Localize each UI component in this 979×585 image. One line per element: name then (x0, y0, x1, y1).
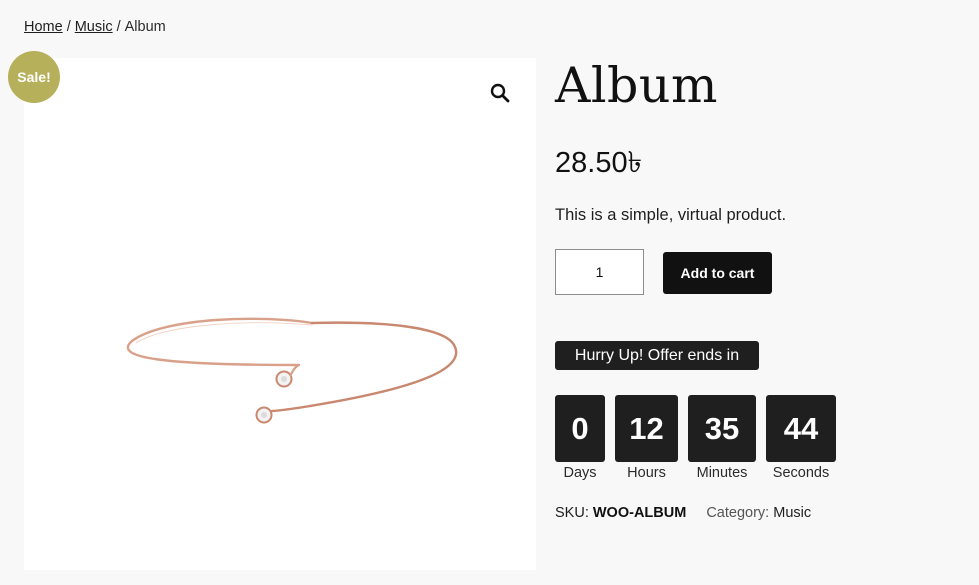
countdown-hours-value: 12 (615, 395, 678, 462)
countdown-seconds-value: 44 (766, 395, 836, 462)
breadcrumb-link-home[interactable]: Home (24, 19, 63, 35)
product-image[interactable] (124, 303, 484, 433)
countdown-hours-label: Hours (627, 465, 666, 481)
countdown-minutes: 35 Minutes (688, 395, 756, 481)
breadcrumb-link-music[interactable]: Music (75, 19, 113, 35)
product-meta: SKU: WOO-ALBUM Category: Music (555, 505, 811, 521)
breadcrumb: Home / Music / Album (24, 19, 166, 35)
countdown-days-value: 0 (555, 395, 605, 462)
product-short-description: This is a simple, virtual product. (555, 206, 787, 224)
add-to-cart-button[interactable]: Add to cart (663, 252, 772, 294)
product-gallery (24, 58, 536, 570)
countdown-seconds-label: Seconds (772, 465, 830, 481)
category-link-music[interactable]: Music (773, 505, 811, 521)
sale-badge: Sale! (8, 51, 60, 103)
countdown-days-label: Days (563, 465, 597, 481)
product-title: Album (555, 57, 718, 114)
countdown-hours: 12 Hours (615, 395, 678, 481)
sku-label: SKU: (555, 505, 589, 521)
category-label: Category: (706, 505, 770, 521)
countdown-days: 0 Days (555, 395, 605, 481)
offer-countdown-heading: Hurry Up! Offer ends in (555, 341, 759, 370)
breadcrumb-separator: / (66, 19, 71, 35)
breadcrumb-separator: / (116, 19, 121, 35)
breadcrumb-current: Album (124, 19, 166, 35)
product-summary: Album 28.50৳ This is a simple, virtual p… (555, 56, 955, 521)
quantity-input[interactable] (555, 249, 644, 295)
sku-value: WOO-ALBUM (592, 505, 687, 521)
magnifier-icon[interactable] (488, 81, 512, 105)
countdown-minutes-value: 35 (688, 395, 756, 462)
countdown-seconds: 44 Seconds (766, 395, 836, 481)
product-price: 28.50৳ (555, 147, 643, 179)
countdown-minutes-label: Minutes (696, 465, 748, 481)
